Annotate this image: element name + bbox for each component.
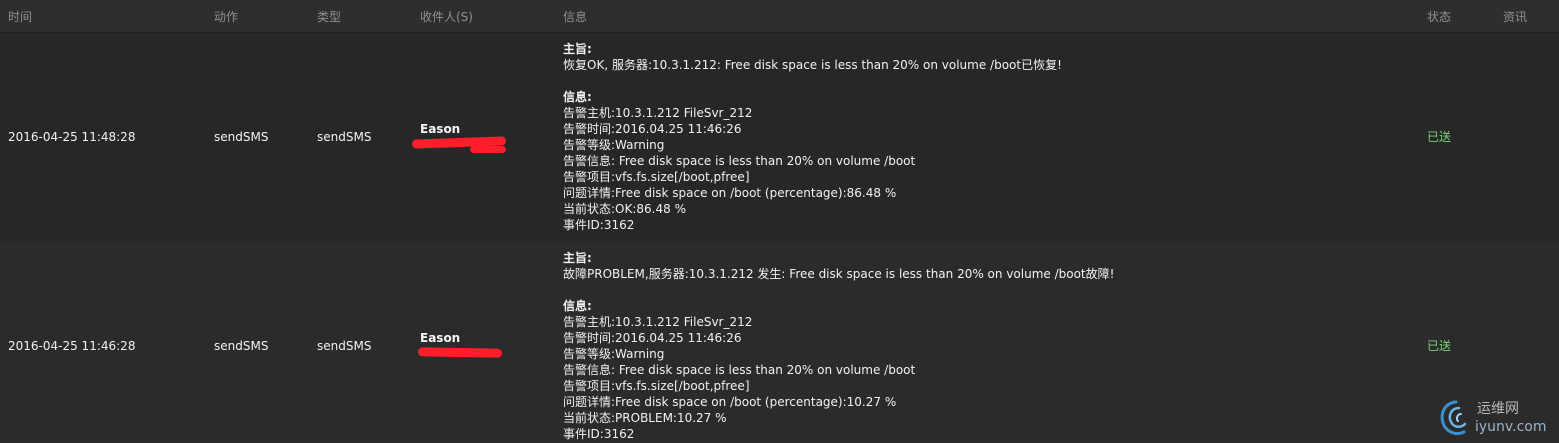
table-row: 2016-04-25 11:46:28 sendSMS sendSMS Easo… [0, 242, 1559, 443]
recipient-name: Eason [420, 122, 461, 136]
subject-label: 主旨: [563, 42, 592, 56]
subject-label: 主旨: [563, 251, 592, 265]
alert-history-table: 时间 动作 类型 收件人(S) 信息 状态 资讯 2016-04-25 11:4… [0, 0, 1559, 443]
message-line: 告警等级:Warning [563, 138, 665, 152]
message-line: 告警项目:vfs.fs.size[/boot,pfree] [563, 379, 750, 393]
column-header-info[interactable]: 资讯 [1503, 9, 1527, 25]
table-row: 2016-04-25 11:48:28 sendSMS sendSMS Easo… [0, 33, 1559, 242]
type-cell: sendSMS [317, 130, 372, 144]
type-cell: sendSMS [317, 339, 372, 353]
watermark-swirl-icon [1440, 400, 1467, 436]
message-line: 告警主机:10.3.1.212 FileSvr_212 [563, 106, 753, 120]
time-cell: 2016-04-25 11:48:28 [8, 130, 136, 144]
message-cell: 主旨: 故障PROBLEM,服务器:10.3.1.212 发生: Free di… [563, 250, 1114, 442]
watermark-title: 运维网 [1477, 401, 1519, 417]
message-line: 事件ID:3162 [563, 427, 635, 441]
status-sent: 已送 [1427, 339, 1452, 353]
status-sent: 已送 [1427, 130, 1452, 144]
column-header-time[interactable]: 时间 [8, 9, 32, 25]
message-line: 问题详情:Free disk space on /boot (percentag… [563, 395, 897, 409]
message-line: 问题详情:Free disk space on /boot (percentag… [563, 186, 897, 200]
redaction-mark [417, 347, 503, 358]
message-cell: 主旨: 恢复OK, 服务器:10.3.1.212: Free disk spac… [563, 41, 1062, 233]
subject-text: 故障PROBLEM,服务器:10.3.1.212 发生: Free disk s… [563, 267, 1115, 281]
message-line: 告警等级:Warning [563, 347, 665, 361]
message-line: 告警主机:10.3.1.212 FileSvr_212 [563, 315, 753, 329]
message-line: 事件ID:3162 [563, 218, 635, 232]
message-line: 告警信息: Free disk space is less than 20% o… [563, 363, 916, 377]
column-header-type[interactable]: 类型 [317, 9, 341, 25]
message-line: 告警时间:2016.04.25 11:46:26 [563, 331, 742, 345]
time-cell: 2016-04-25 11:46:28 [8, 339, 136, 353]
message-line: 告警项目:vfs.fs.size[/boot,pfree] [563, 170, 750, 184]
redaction-mark [470, 146, 506, 153]
action-cell: sendSMS [214, 130, 269, 144]
recipient-name: Eason [420, 331, 461, 345]
action-cell: sendSMS [214, 339, 269, 353]
column-header-status[interactable]: 状态 [1427, 9, 1451, 25]
column-header-action[interactable]: 动作 [214, 9, 238, 25]
column-header-recipient[interactable]: 收件人(S) [420, 9, 473, 25]
info-label: 信息: [563, 299, 592, 313]
subject-text: 恢复OK, 服务器:10.3.1.212: Free disk space is… [563, 58, 1062, 72]
message-line: 告警时间:2016.04.25 11:46:26 [563, 122, 742, 136]
message-line: 当前状态:OK:86.48 % [563, 202, 686, 216]
info-label: 信息: [563, 90, 592, 104]
message-line: 告警信息: Free disk space is less than 20% o… [563, 154, 916, 168]
message-line: 当前状态:PROBLEM:10.27 % [563, 411, 727, 425]
column-header-message[interactable]: 信息 [563, 9, 587, 25]
watermark: 运维网 iyunv.com [1439, 397, 1547, 439]
table-header: 时间 动作 类型 收件人(S) 信息 状态 资讯 [0, 0, 1559, 33]
watermark-url: iyunv.com [1475, 419, 1547, 435]
